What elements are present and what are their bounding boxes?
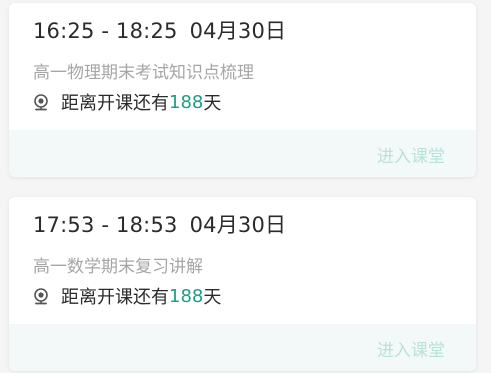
course-time: 17:53 - 18:53 04月30日 [33, 209, 286, 239]
course-date: 04月30日 [189, 19, 287, 43]
countdown-suffix: 天 [203, 93, 222, 114]
webcam-icon [33, 93, 49, 111]
course-card-body: 17:53 - 18:53 04月30日 高一数学期末复习讲解 距离开课还有 188… [9, 197, 476, 324]
course-card[interactable]: 17:53 - 18:53 04月30日 高一数学期末复习讲解 距离开课还有 188… [9, 197, 476, 371]
course-time-range: 16:25 - 18:25 [33, 19, 178, 43]
course-time-range: 17:53 - 18:53 [33, 213, 178, 237]
course-card-footer: 进入课堂 [9, 130, 476, 177]
course-card[interactable]: 16:25 - 18:25 04月30日 高一物理期末考试知识点梳理 距离开课还有… [9, 3, 476, 177]
webcam-icon [33, 287, 49, 305]
course-title: 高一物理期末考试知识点梳理 [33, 63, 254, 83]
course-time: 16:25 - 18:25 04月30日 [33, 15, 286, 45]
enter-classroom-button[interactable]: 进入课堂 [377, 142, 445, 167]
countdown: 距离开课还有 188 天 [33, 283, 221, 309]
enter-classroom-button[interactable]: 进入课堂 [377, 336, 445, 361]
course-card-footer: 进入课堂 [9, 324, 476, 371]
countdown-days: 188 [169, 91, 204, 113]
countdown-prefix: 距离开课还有 [61, 287, 169, 308]
course-card-body: 16:25 - 18:25 04月30日 高一物理期末考试知识点梳理 距离开课还有… [9, 3, 476, 130]
course-date: 04月30日 [189, 213, 287, 237]
course-title: 高一数学期末复习讲解 [33, 257, 203, 277]
countdown-days: 188 [169, 285, 204, 307]
countdown-suffix: 天 [203, 287, 222, 308]
countdown: 距离开课还有 188 天 [33, 89, 221, 115]
countdown-prefix: 距离开课还有 [61, 93, 169, 114]
